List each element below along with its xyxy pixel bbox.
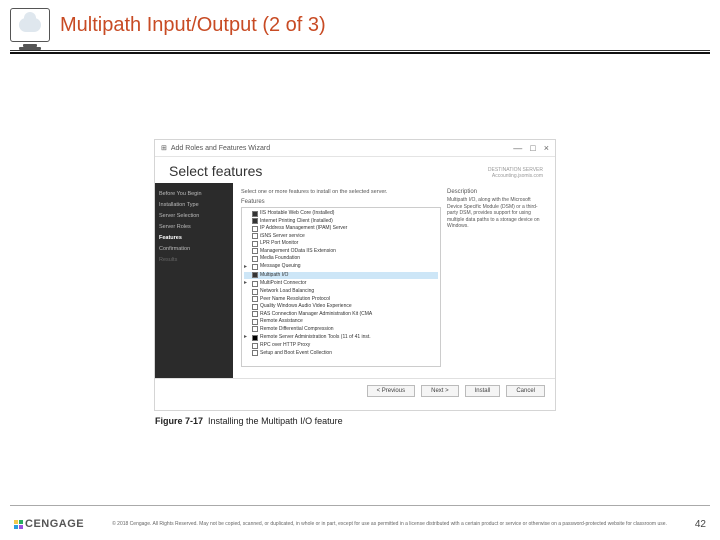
page-number: 42 — [695, 519, 706, 530]
description-label: Description — [447, 189, 547, 195]
instruction-text: Select one or more features to install o… — [241, 189, 441, 195]
feature-item[interactable]: Network Load Balancing — [244, 288, 438, 296]
description-text: Multipath I/O, along with the Microsoft … — [447, 197, 547, 230]
feature-item[interactable]: RPC over HTTP Proxy — [244, 342, 438, 350]
checkbox[interactable] — [252, 289, 258, 295]
wizard-sidebar: Before You Begin Installation Type Server … — [155, 183, 233, 378]
checkbox[interactable] — [252, 264, 258, 270]
sidebar-step[interactable]: Confirmation — [159, 246, 229, 252]
checkbox[interactable] — [252, 226, 258, 232]
feature-item[interactable]: Remote Differential Compression — [244, 326, 438, 334]
wizard-window: ⊞Add Roles and Features Wizard — □ × Sel… — [155, 140, 555, 410]
feature-item[interactable]: Peer Name Resolution Protocol — [244, 296, 438, 304]
next-button[interactable]: Next > — [421, 385, 459, 397]
checkbox[interactable] — [252, 248, 258, 254]
checkbox[interactable] — [252, 319, 258, 325]
install-button[interactable]: Install — [465, 385, 501, 397]
checkbox[interactable] — [252, 335, 258, 341]
sidebar-step[interactable]: Installation Type — [159, 202, 229, 208]
checkbox[interactable] — [252, 296, 258, 302]
checkbox[interactable] — [252, 311, 258, 317]
checkbox[interactable] — [252, 350, 258, 356]
checkbox[interactable] — [252, 272, 258, 278]
cloud-monitor-icon — [10, 8, 50, 42]
checkbox[interactable] — [252, 256, 258, 262]
features-label: Features — [241, 199, 441, 205]
footer-divider — [10, 505, 710, 506]
checkbox[interactable] — [252, 326, 258, 332]
minimize-button[interactable]: — — [513, 143, 522, 153]
cengage-logo: CENGAGE — [14, 518, 84, 530]
features-listbox[interactable]: IIS Hostable Web Core (Installed)Interne… — [241, 207, 441, 367]
copyright-text: © 2018 Cengage. All Rights Reserved. May… — [94, 521, 685, 527]
wizard-heading: Select features — [169, 163, 262, 179]
sidebar-step[interactable]: Before You Begin — [159, 191, 229, 197]
sidebar-step: Results — [159, 257, 229, 263]
window-title: ⊞Add Roles and Features Wizard — [161, 144, 270, 152]
checkbox[interactable] — [252, 304, 258, 310]
feature-item[interactable]: IP Address Management (IPAM) Server — [244, 225, 438, 233]
feature-item[interactable]: Remote Assistance — [244, 318, 438, 326]
sidebar-step[interactable]: Features — [159, 235, 229, 241]
feature-item[interactable]: ▸Remote Server Administration Tools (11 … — [244, 333, 438, 342]
feature-item[interactable]: Internet Printing Client (Installed) — [244, 218, 438, 226]
maximize-button[interactable]: □ — [530, 143, 535, 153]
feature-item[interactable]: Setup and Boot Event Collection — [244, 350, 438, 358]
slide-title: Multipath Input/Output (2 of 3) — [60, 14, 326, 37]
figure-caption: Figure 7-17 Installing the Multipath I/O… — [155, 416, 343, 426]
feature-item[interactable]: Multipath I/O — [244, 272, 438, 280]
divider — [10, 50, 710, 51]
sidebar-step[interactable]: Server Roles — [159, 224, 229, 230]
cancel-button[interactable]: Cancel — [506, 385, 545, 397]
checkbox[interactable] — [252, 233, 258, 239]
checkbox[interactable] — [252, 281, 258, 287]
feature-item[interactable]: ▸MultiPoint Connector — [244, 279, 438, 288]
feature-item[interactable]: iSNS Server service — [244, 233, 438, 241]
destination-server: DESTINATION SERVER Accounting.jsomis.com — [488, 168, 543, 179]
close-button[interactable]: × — [544, 143, 549, 153]
checkbox[interactable] — [252, 211, 258, 217]
checkbox[interactable] — [252, 241, 258, 247]
feature-item[interactable]: ▸Message Queuing — [244, 263, 438, 272]
feature-item[interactable]: IIS Hostable Web Core (Installed) — [244, 210, 438, 218]
feature-item[interactable]: LPR Port Monitor — [244, 240, 438, 248]
feature-item[interactable]: Quality Windows Audio Video Experience — [244, 303, 438, 311]
feature-item[interactable]: Media Foundation — [244, 255, 438, 263]
sidebar-step[interactable]: Server Selection — [159, 213, 229, 219]
checkbox[interactable] — [252, 218, 258, 224]
previous-button[interactable]: < Previous — [367, 385, 416, 397]
divider-thick — [10, 52, 710, 54]
checkbox[interactable] — [252, 343, 258, 349]
feature-item[interactable]: Management OData IIS Extension — [244, 248, 438, 256]
feature-item[interactable]: RAS Connection Manager Administration Ki… — [244, 311, 438, 319]
